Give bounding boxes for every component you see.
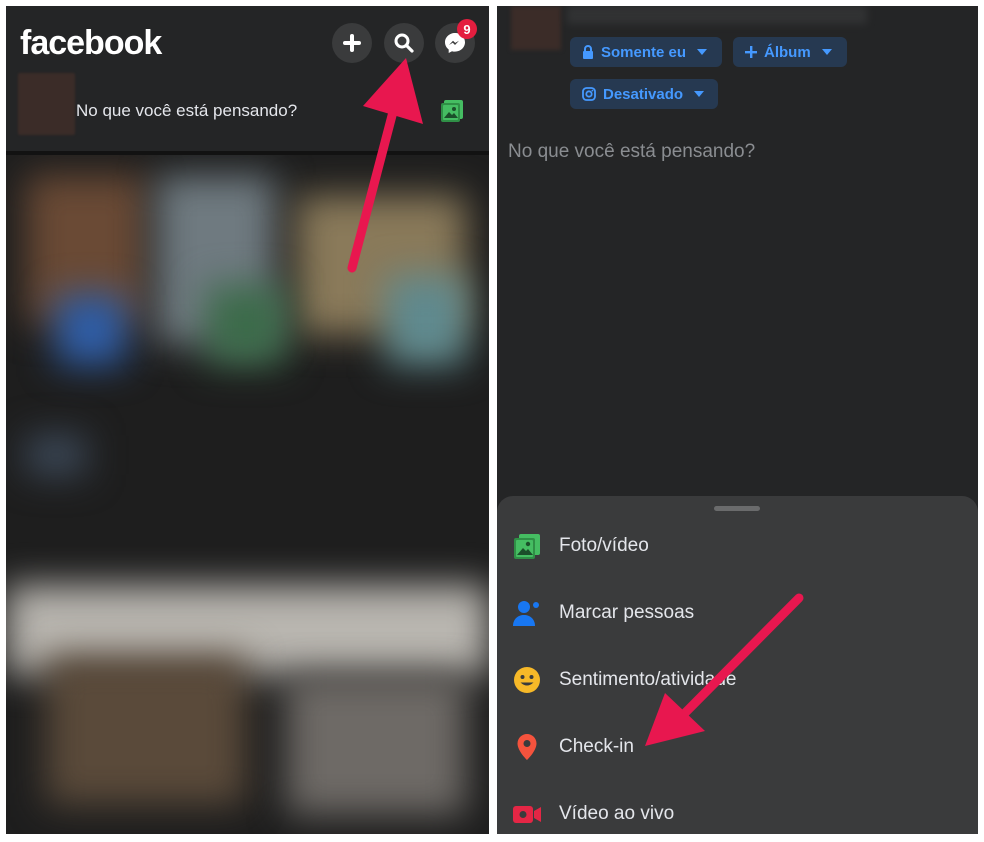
feed-screen: facebook 9 No que você está pensando? [6,6,489,834]
annotation-arrow [347,58,423,273]
create-post-screen: Somente eu Álbum Desativado No que você … [497,6,978,834]
annotation-arrow [645,593,804,746]
